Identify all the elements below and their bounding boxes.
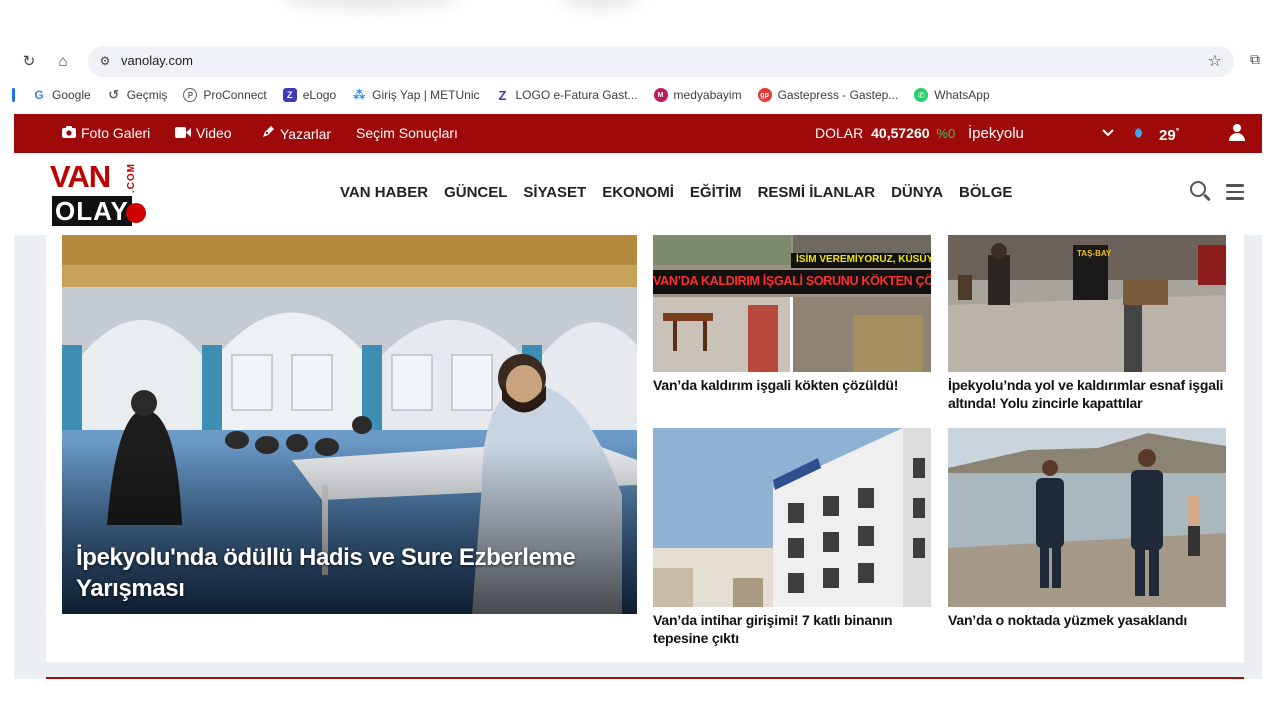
extensions-icon[interactable]: ⧉	[1250, 51, 1260, 68]
thumbnail-banner-main: VAN’DA KALDIRIM İŞGALİ SORUNU KÖKTEN ÇÖZ…	[653, 274, 931, 288]
gastepress-favicon: gp	[757, 88, 772, 102]
news-thumbnail: TAŞ-BAY	[948, 235, 1226, 372]
hero-news-card[interactable]: İpekyolu'nda ödüllü Hadis ve Sure Ezberl…	[62, 235, 637, 614]
hero-headline[interactable]: İpekyolu'nda ödüllü Hadis ve Sure Ezberl…	[76, 542, 626, 604]
logo-favicon: Z	[498, 87, 507, 103]
currency-value: 40,57260	[871, 125, 930, 141]
topbar-label: Video	[196, 125, 232, 141]
metunic-favicon: ⁂	[352, 88, 366, 102]
bookmark-whatsapp[interactable]: ✆ WhatsApp	[914, 88, 990, 102]
reload-icon[interactable]: ↻	[18, 50, 40, 72]
url-text: vanolay.com	[121, 53, 194, 68]
temperature-value: 29	[1159, 127, 1176, 144]
proconnect-favicon: P	[183, 88, 198, 102]
topbar-yazarlar[interactable]: Yazarlar	[261, 125, 331, 142]
menu-item-bolge[interactable]: BÖLGE	[959, 184, 1012, 201]
menu-item-egitim[interactable]: EĞİTİM	[690, 184, 742, 201]
address-bar[interactable]: ⚙ vanolay.com ☆	[88, 46, 1234, 77]
medyabayim-favicon: M	[653, 88, 668, 102]
thumbnail-banner-top: İSİM VEREMİYORUZ, KÜSÜYORLA	[796, 254, 931, 265]
elogo-favicon: Z	[282, 88, 297, 102]
news-card[interactable]: TAŞ-BAY İpekyolu’nda yol ve kaldırımlar …	[948, 235, 1226, 412]
menu-item-dunya[interactable]: DÜNYA	[891, 184, 943, 201]
site-logo[interactable]: VAN .COM OLAY	[50, 160, 150, 228]
bookmark-google[interactable]: G Google	[32, 88, 91, 102]
camera-icon	[62, 125, 76, 141]
temperature-unit: °	[1175, 126, 1180, 136]
browser-toolbar: ↻ ⌂ ⚙ vanolay.com ☆	[0, 44, 1280, 78]
site-header: VAN .COM OLAY VAN HABER GÜNCEL SİYASET E…	[14, 153, 1262, 235]
menu-item-ekonomi[interactable]: EKONOMİ	[602, 184, 674, 201]
section-divider	[46, 677, 1244, 679]
logo-dot	[126, 203, 146, 223]
bookmark-elogo[interactable]: Z eLogo	[282, 88, 337, 102]
topbar-label: Seçim Sonuçları	[356, 125, 458, 141]
google-favicon: G	[34, 88, 44, 102]
news-thumbnail	[948, 428, 1226, 607]
news-thumbnail: İSİM VEREMİYORUZ, KÜSÜYORLA VAN’DA KALDI…	[653, 235, 931, 372]
headline-section: İpekyolu'nda ödüllü Hadis ve Sure Ezberl…	[46, 235, 1244, 662]
menu-item-siyaset[interactable]: SİYASET	[523, 184, 586, 201]
news-title[interactable]: İpekyolu’nda yol ve kaldırımlar esnaf iş…	[948, 376, 1226, 412]
news-title[interactable]: Van’da o noktada yüzmek yasaklandı	[948, 611, 1226, 629]
bookmark-star-icon[interactable]: ☆	[1208, 51, 1222, 71]
video-camera-icon	[175, 126, 191, 141]
logo-text-bottom: OLAY	[52, 196, 132, 226]
topbar-secim-sonuclari[interactable]: Seçim Sonuçları	[356, 125, 458, 141]
bookmark-label: WhatsApp	[934, 88, 990, 102]
bookmark-proconnect[interactable]: P ProConnect	[183, 88, 267, 102]
chevron-down-icon[interactable]	[1102, 124, 1114, 140]
menu-item-van-haber[interactable]: VAN HABER	[340, 184, 428, 201]
bookmark-label: eLogo	[302, 88, 337, 102]
weather-temperature: 29°	[1159, 126, 1179, 144]
bookmark-metunic[interactable]: ⁂ Giriş Yap | METUnic	[352, 88, 480, 102]
pen-icon	[261, 125, 275, 142]
window-top-area	[0, 0, 1280, 44]
bookmark-history[interactable]: ↺ Geçmiş	[107, 87, 168, 102]
news-card[interactable]: Van’da intihar girişimi! 7 katlı binanın…	[653, 428, 931, 647]
topbar-label: Yazarlar	[280, 125, 332, 142]
bookmark-label: Giriş Yap | METUnic	[372, 88, 480, 102]
topbar-video[interactable]: Video	[175, 125, 232, 141]
main-menu: VAN HABER GÜNCEL SİYASET EKONOMİ EĞİTİM …	[340, 184, 1028, 201]
bookmark-label: LOGO e-Fatura Gast...	[515, 88, 638, 102]
news-title[interactable]: Van’da intihar girişimi! 7 katlı binanın…	[653, 611, 931, 647]
site-settings-icon[interactable]: ⚙	[96, 52, 114, 70]
currency-change: %0	[936, 126, 956, 141]
hamburger-menu-icon[interactable]	[1226, 184, 1244, 200]
logo-text-top: VAN	[50, 159, 111, 194]
news-title[interactable]: Van’da kaldırım işgali kökten çözüldü!	[653, 376, 931, 394]
topbar-foto-galeri[interactable]: Foto Galeri	[62, 125, 150, 141]
thumbnail-sign: TAŞ-BAY	[1077, 249, 1112, 258]
topbar-label: Foto Galeri	[81, 125, 151, 141]
bookmark-label: medyabayim	[673, 88, 742, 102]
bookmark-label: Geçmiş	[126, 88, 168, 102]
logo-text-com: .COM	[126, 163, 137, 194]
bookmark-label: Gastepress - Gastep...	[777, 88, 899, 102]
menu-item-guncel[interactable]: GÜNCEL	[444, 184, 507, 201]
bookmark-logo-efatura[interactable]: Z LOGO e-Fatura Gast...	[496, 87, 638, 103]
whatsapp-favicon: ✆	[914, 88, 929, 102]
news-card[interactable]: Van’da o noktada yüzmek yasaklandı	[948, 428, 1226, 629]
bookmark-medyabayim[interactable]: M medyabayim	[653, 88, 742, 102]
currency-label: DOLAR	[815, 125, 864, 141]
history-icon: ↺	[108, 87, 120, 102]
user-icon[interactable]	[1229, 124, 1245, 142]
top-utility-bar: Foto Galeri Video Yazarlar Seçim Sonuçla…	[14, 114, 1262, 153]
bookmark-label: Google	[52, 88, 91, 102]
search-icon[interactable]	[1190, 181, 1212, 203]
website-viewport: Foto Galeri Video Yazarlar Seçim Sonuçla…	[14, 114, 1262, 679]
news-thumbnail	[653, 428, 931, 607]
currency-ticker: DOLAR 40,57260 %0	[815, 125, 955, 141]
home-icon[interactable]: ⌂	[52, 50, 74, 72]
bookmarks-bar: G Google ↺ Geçmiş P ProConnect Z eLogo ⁂…	[0, 84, 1280, 106]
weather-city-select[interactable]: İpekyolu	[968, 125, 1024, 142]
news-card[interactable]: İSİM VEREMİYORUZ, KÜSÜYORLA VAN’DA KALDI…	[653, 235, 931, 394]
bookmark-label: ProConnect	[203, 88, 267, 102]
bookmark-gastepress[interactable]: gp Gastepress - Gastep...	[757, 88, 899, 102]
weather-moon-icon	[1132, 128, 1142, 138]
menu-item-resmi-ilanlar[interactable]: RESMİ İLANLAR	[758, 184, 876, 201]
